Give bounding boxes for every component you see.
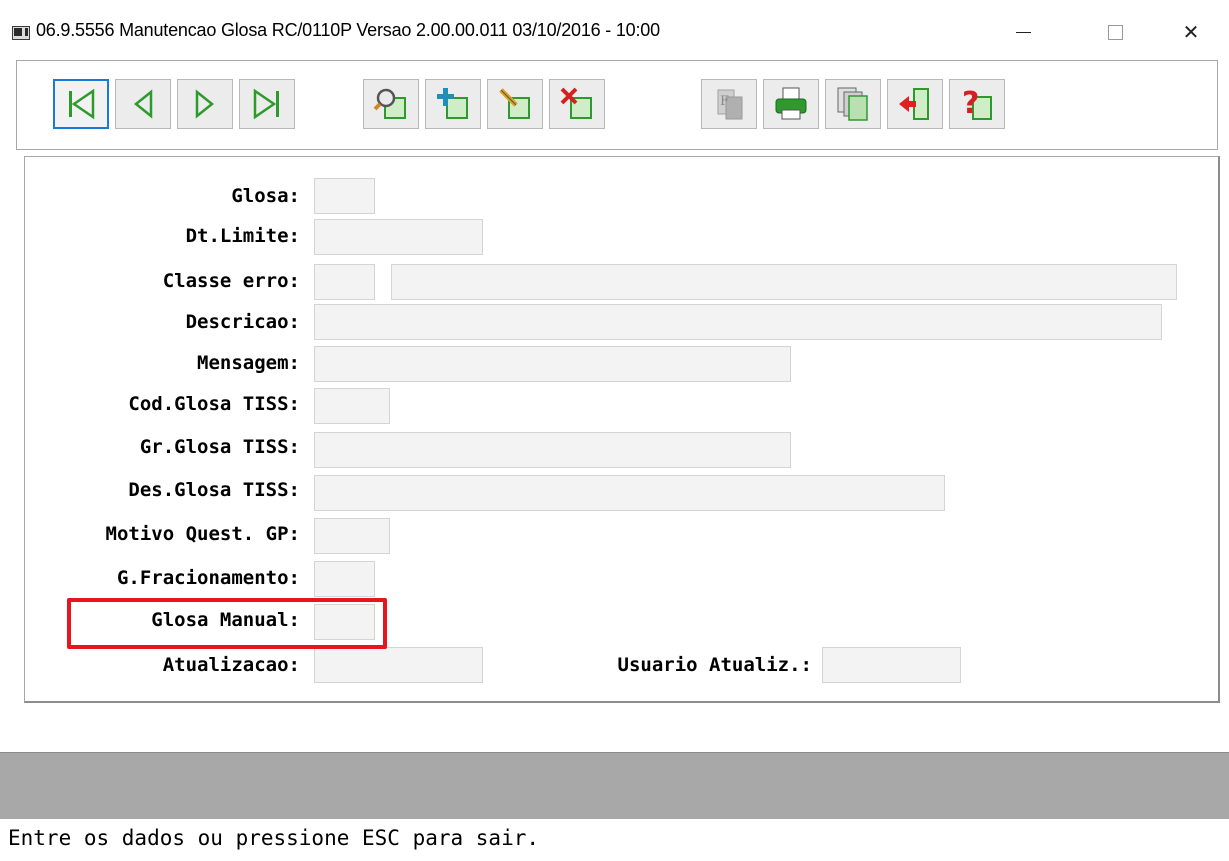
classe-erro-label: Classe erro: — [162, 270, 300, 292]
previous-record-button[interactable] — [115, 79, 171, 129]
classe-erro-field[interactable] — [314, 264, 375, 300]
title-bar: 06.9.5556 Manutencao Glosa RC/0110P Vers… — [0, 0, 1229, 60]
print-button[interactable] — [763, 79, 819, 129]
des-glosa-tiss-label: Des.Glosa TISS: — [128, 479, 300, 501]
delete-button[interactable] — [549, 79, 605, 129]
descricao-label: Descricao: — [185, 311, 300, 333]
mensagem-label: Mensagem: — [197, 352, 300, 374]
toolbar: F ? — [16, 60, 1218, 150]
minimize-button[interactable] — [1000, 14, 1046, 50]
motivo-quest-gp-field[interactable] — [314, 518, 390, 554]
g-fracionamento-label: G.Fracionamento: — [116, 567, 300, 589]
close-button[interactable]: ✕ — [1168, 14, 1214, 50]
add-button[interactable] — [425, 79, 481, 129]
last-record-button[interactable] — [239, 79, 295, 129]
usuario-atualiz-field[interactable] — [822, 647, 961, 683]
cod-glosa-tiss-field[interactable] — [314, 388, 390, 424]
edit-button[interactable] — [487, 79, 543, 129]
print-icon — [775, 87, 807, 120]
previous-record-icon — [133, 89, 153, 119]
mensagem-field[interactable] — [314, 346, 791, 382]
usuario-atualiz-label: Usuario Atualiz.: — [617, 654, 812, 676]
search-icon — [373, 88, 406, 119]
edit-icon — [499, 88, 530, 119]
status-message: Entre os dados ou pressione ESC para sai… — [8, 826, 540, 850]
copy-button[interactable] — [825, 79, 881, 129]
glosa-field[interactable] — [314, 178, 375, 214]
first-record-button[interactable] — [53, 79, 109, 129]
atualizacao-label: Atualizacao: — [162, 654, 300, 676]
des-glosa-tiss-field[interactable] — [314, 475, 945, 511]
filter-button[interactable]: F — [701, 79, 757, 129]
atualizacao-field[interactable] — [314, 647, 483, 683]
status-bar — [0, 752, 1229, 819]
exit-icon — [899, 88, 929, 120]
filter-icon: F — [717, 89, 743, 120]
motivo-quest-gp-label: Motivo Quest. GP: — [105, 523, 300, 545]
glosa-manual-highlight — [67, 598, 387, 649]
add-icon — [437, 88, 468, 119]
search-button[interactable] — [363, 79, 419, 129]
dt-limite-field[interactable] — [314, 219, 483, 255]
copy-icon — [837, 87, 868, 121]
close-icon: ✕ — [1182, 20, 1200, 44]
g-fracionamento-field[interactable] — [314, 561, 375, 597]
help-icon: ? — [962, 86, 992, 121]
delete-icon — [560, 87, 592, 119]
descricao-field[interactable] — [314, 304, 1162, 340]
svg-text:?: ? — [962, 86, 979, 121]
first-record-icon — [69, 88, 95, 120]
svg-text:F: F — [720, 94, 729, 109]
classe-erro-description-field[interactable] — [391, 264, 1177, 300]
minimize-icon — [1015, 31, 1031, 33]
glosa-label: Glosa: — [231, 185, 300, 207]
window-title: 06.9.5556 Manutencao Glosa RC/0110P Vers… — [36, 20, 660, 40]
next-record-icon — [195, 89, 215, 119]
gr-glosa-tiss-label: Gr.Glosa TISS: — [139, 436, 300, 458]
exit-button[interactable] — [887, 79, 943, 129]
cod-glosa-tiss-label: Cod.Glosa TISS: — [128, 393, 300, 415]
gr-glosa-tiss-field[interactable] — [314, 432, 791, 468]
dt-limite-label: Dt.Limite: — [185, 225, 300, 247]
maximize-button[interactable] — [1092, 14, 1138, 50]
maximize-icon — [1107, 24, 1123, 40]
help-button[interactable]: ? — [949, 79, 1005, 129]
app-icon — [12, 26, 30, 40]
next-record-button[interactable] — [177, 79, 233, 129]
last-record-icon — [253, 88, 279, 120]
